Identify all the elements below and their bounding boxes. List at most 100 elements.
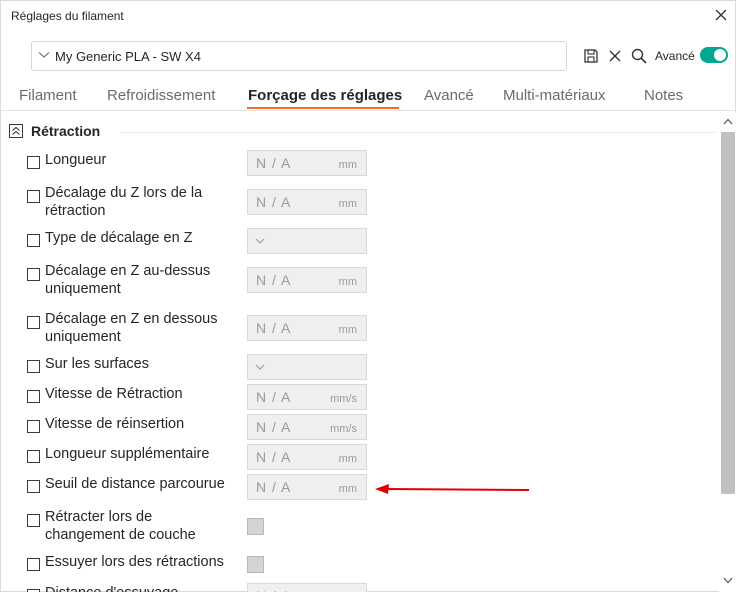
setting-label-line: Longueur — [45, 152, 107, 168]
unit-label: mm/s — [330, 423, 357, 435]
unit-label: mm/s — [330, 393, 357, 405]
toggle-knob — [714, 49, 726, 61]
override-checkbox[interactable] — [27, 420, 40, 433]
tab-advanced[interactable]: Avancé — [424, 87, 474, 104]
scrollbar-thumb[interactable] — [721, 132, 735, 494]
select-input[interactable] — [247, 228, 367, 254]
tab-multimaterial[interactable]: Multi-matériaux — [503, 87, 606, 104]
unit-label: mm — [338, 453, 357, 465]
setting-row: Longueur N / A mm — [1, 150, 719, 176]
value-input[interactable]: N / A mm/s — [247, 384, 367, 410]
input-value: N / A — [256, 479, 292, 495]
setting-label: Essuyer lors des rétractions — [45, 553, 224, 571]
input-value: N / A — [256, 588, 291, 592]
annotation-arrow — [375, 484, 530, 494]
setting-row: Décalage en Z au-dessus uniquement N / A mm — [1, 262, 719, 298]
scroll-up-icon[interactable] — [723, 118, 733, 125]
setting-label-line: Seuil de distance parcourue — [45, 476, 225, 492]
value-input[interactable]: N / Amm — [247, 474, 367, 500]
setting-row: Décalage du Z lors de la rétraction N / A m… — [1, 184, 719, 220]
input-value: N / A — [256, 320, 292, 336]
setting-row: Rétracter lors de changement de couche — [1, 508, 719, 544]
override-checkbox[interactable] — [27, 268, 40, 281]
setting-label-line: Type de décalage en Z — [45, 230, 193, 246]
setting-label: Distance d'essuyage — [45, 584, 178, 592]
setting-label: Sur les surfaces — [45, 355, 149, 373]
setting-row: Vitesse de Rétraction N / A mm/s — [1, 384, 719, 410]
setting-row: Type de décalage en Z — [1, 228, 719, 254]
value-input[interactable]: N / Amm — [247, 150, 367, 176]
section-header-retraction[interactable]: Rétraction — [9, 122, 715, 142]
override-checkbox[interactable] — [27, 190, 40, 203]
override-checkbox[interactable] — [27, 480, 40, 493]
setting-label: Seuil de distance parcourue — [45, 475, 225, 493]
scroll-down-icon[interactable] — [723, 577, 733, 584]
chevron-down-icon — [38, 52, 50, 58]
setting-label-line: Décalage en Z au-dessus — [45, 263, 211, 279]
section-divider — [121, 132, 715, 133]
unit-label: mm — [338, 198, 357, 210]
select-input[interactable] — [247, 354, 367, 380]
setting-label-line: Longueur supplémentaire — [45, 446, 210, 462]
tab-notes[interactable]: Notes — [644, 87, 683, 104]
tab-cooling[interactable]: Refroidissement — [107, 87, 215, 104]
setting-label-line: Décalage en Z en dessous — [45, 311, 218, 327]
setting-label-line: uniquement — [45, 281, 121, 297]
setting-row: Vitesse de réinsertion N / A mm/s — [1, 414, 719, 440]
override-checkbox[interactable] — [27, 558, 40, 571]
input-value: N / A — [256, 155, 292, 171]
window-title: Réglages du filament — [11, 9, 124, 23]
tab-filament[interactable]: Filament — [19, 87, 77, 104]
setting-label-line: Sur les surfaces — [45, 356, 149, 372]
setting-label: Décalage du Z lors de la rétraction — [45, 184, 202, 220]
setting-label-line: Distance d'essuyage — [45, 584, 178, 592]
preset-name: My Generic PLA - SW X4 — [55, 49, 201, 64]
override-checkbox[interactable] — [27, 390, 40, 403]
override-checkbox[interactable] — [27, 450, 40, 463]
setting-label: Longueur — [45, 151, 106, 169]
title-bar: Réglages du filament — [1, 1, 736, 31]
setting-label-line: Vitesse de Rétraction — [45, 386, 183, 402]
value-checkbox[interactable] — [247, 556, 264, 573]
collapse-icon — [9, 124, 23, 138]
override-checkbox[interactable] — [27, 360, 40, 373]
setting-label-line: Décalage du Z lors de la — [45, 185, 203, 201]
close-button[interactable] — [709, 5, 733, 27]
value-input[interactable]: N / Amm — [247, 189, 367, 215]
override-checkbox[interactable] — [27, 316, 40, 329]
preset-select[interactable]: My Generic PLA - SW X4 — [31, 41, 567, 71]
search-icon[interactable] — [630, 47, 648, 65]
override-checkbox[interactable] — [27, 156, 40, 169]
setting-row: Sur les surfaces — [1, 354, 719, 380]
override-checkbox[interactable] — [27, 514, 40, 527]
setting-label-line: Vitesse de réinsertion — [45, 416, 185, 432]
chevron-down-icon — [255, 238, 265, 244]
value-input[interactable]: N / Amm — [247, 583, 367, 592]
setting-label-line: rétraction — [45, 203, 106, 219]
active-tab-indicator — [247, 107, 399, 109]
advanced-mode-label: Avancé — [655, 49, 695, 63]
value-input[interactable]: N / Amm — [247, 267, 367, 293]
setting-label-line: changement de couche — [45, 527, 196, 543]
setting-row: Essuyer lors des rétractions — [1, 553, 719, 577]
setting-label: Type de décalage en Z — [45, 229, 193, 247]
input-value: N / A — [256, 419, 292, 435]
value-checkbox[interactable] — [247, 518, 264, 535]
tab-setting-overrides[interactable]: Forçage des réglages — [248, 87, 402, 104]
value-input[interactable]: N / A mm — [247, 315, 367, 341]
setting-row: Décalage en Z en dessous uniquement N / A m… — [1, 310, 719, 346]
input-value: N / A — [256, 272, 292, 288]
setting-label: Vitesse de Rétraction — [45, 385, 183, 403]
value-input[interactable]: N / A mm — [247, 444, 367, 470]
discard-icon[interactable] — [606, 47, 624, 65]
override-checkbox[interactable] — [27, 234, 40, 247]
filament-settings-window: Réglages du filament My Generic PLA - SW… — [0, 0, 736, 592]
setting-label: Rétracter lors de changement de couche — [45, 508, 196, 544]
setting-row: Seuil de distance parcourue N / A mm — [1, 474, 719, 500]
unit-label: mm — [338, 324, 357, 336]
save-icon[interactable] — [582, 47, 600, 65]
input-value: N / A — [256, 449, 292, 465]
vertical-scrollbar[interactable] — [719, 112, 736, 592]
advanced-mode-toggle[interactable] — [700, 47, 728, 63]
value-input[interactable]: N / A mm/s — [247, 414, 367, 440]
